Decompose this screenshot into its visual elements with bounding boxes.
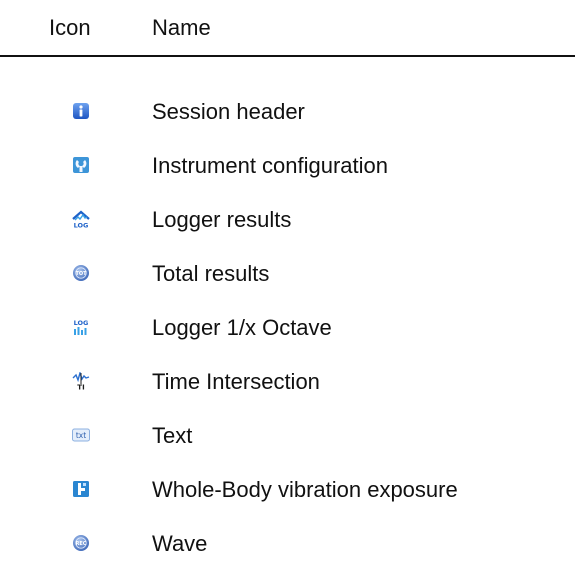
table-row: TOT Total results xyxy=(0,254,579,294)
table-header: Icon Name xyxy=(0,0,579,57)
svg-text:REC: REC xyxy=(76,541,87,547)
row-label: Text xyxy=(152,423,193,448)
svg-text:TOT: TOT xyxy=(75,271,87,277)
table-row: LOG Logger 1/x Octave xyxy=(0,308,579,348)
instrument-configuration-icon xyxy=(73,157,89,173)
table-row: Whole-Body vibration exposure xyxy=(0,470,579,510)
text-icon: txt xyxy=(72,428,90,442)
time-intersection-icon: TI xyxy=(72,372,90,390)
logger-octave-icon: LOG xyxy=(74,319,89,335)
table-row: REC Wave xyxy=(0,524,579,564)
icon-legend-table: Icon Name Session header Instrument conf… xyxy=(0,0,579,580)
table-row: txt Text xyxy=(0,416,579,456)
table-row: Session header xyxy=(0,92,579,132)
total-results-icon: TOT xyxy=(73,265,89,281)
row-label: Logger results xyxy=(152,207,292,232)
table-row: TI Time Intersection xyxy=(0,362,579,402)
svg-text:LOG: LOG xyxy=(74,319,89,327)
row-label: Session header xyxy=(152,99,305,124)
row-label: Total results xyxy=(152,261,270,286)
table-row: Instrument configuration xyxy=(0,146,579,186)
row-label: Time Intersection xyxy=(152,369,320,394)
logger-results-icon: LOG xyxy=(72,210,90,228)
row-label: Instrument configuration xyxy=(152,153,389,178)
header-divider xyxy=(0,55,575,57)
column-header-icon: Icon xyxy=(49,15,91,40)
svg-text:txt: txt xyxy=(76,431,86,440)
row-label: Logger 1/x Octave xyxy=(152,315,332,340)
svg-text:LOG: LOG xyxy=(74,222,89,229)
whole-body-vibration-icon xyxy=(73,481,89,497)
row-label: Wave xyxy=(152,531,208,556)
wave-icon: REC xyxy=(73,535,89,551)
column-header-name: Name xyxy=(152,15,211,40)
svg-text:TI: TI xyxy=(77,384,84,391)
session-header-icon xyxy=(73,103,89,119)
row-label: Whole-Body vibration exposure xyxy=(152,477,458,502)
table-row: LOG Logger results xyxy=(0,200,579,240)
